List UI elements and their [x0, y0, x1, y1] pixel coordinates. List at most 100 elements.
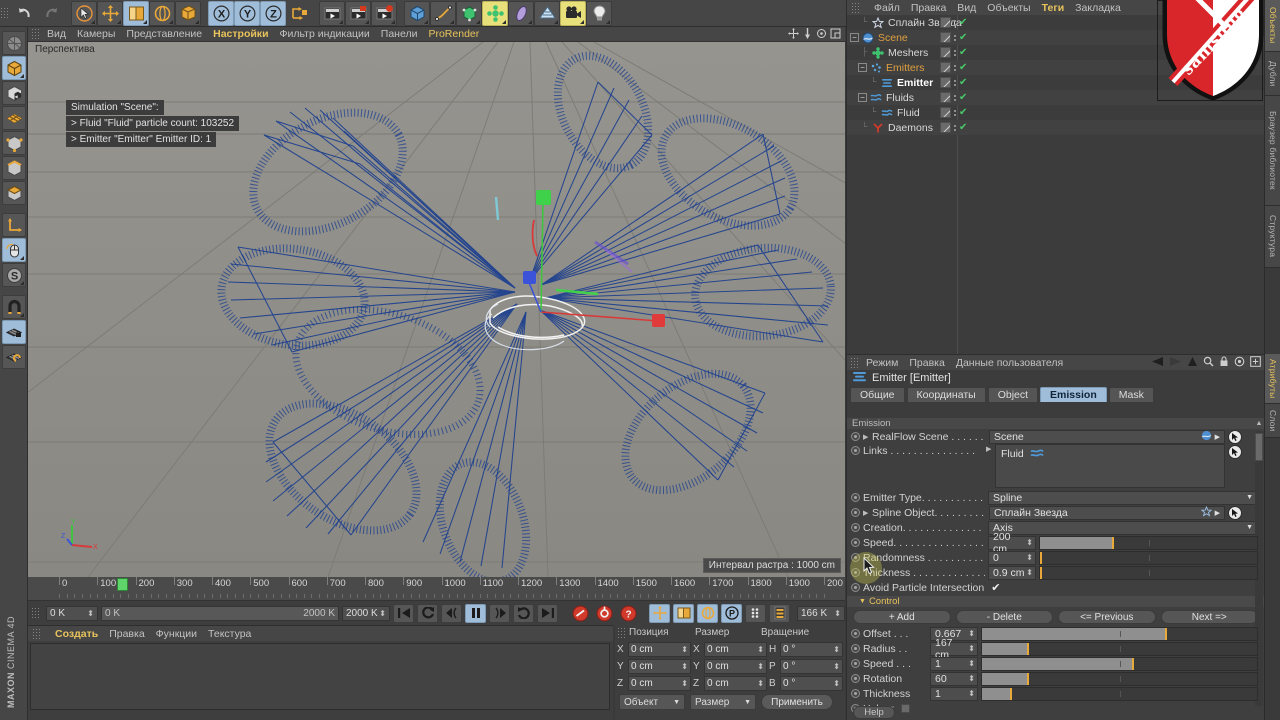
add-button[interactable]: + Add: [853, 610, 951, 624]
anim-track-icon[interactable]: [851, 446, 860, 455]
timeline-end-field[interactable]: 2000 K ⬍: [342, 605, 390, 621]
nurbs-icon[interactable]: [456, 0, 482, 26]
tag-icon[interactable]: [940, 32, 951, 43]
tag-icon[interactable]: [940, 122, 951, 133]
position-y-field[interactable]: 0 cm ⬍: [628, 658, 691, 674]
timeline-start-field[interactable]: 0 K ⬍: [46, 605, 98, 621]
thickness-slider[interactable]: [1039, 565, 1258, 580]
object-menu-file[interactable]: Файл: [874, 2, 900, 14]
current-frame-field[interactable]: 166 K ⬍: [797, 605, 845, 621]
pla-key-icon[interactable]: [745, 603, 766, 623]
polygon-mesh-icon[interactable]: [2, 106, 26, 130]
object-row-scene[interactable]: − Scene ✔: [847, 30, 1264, 45]
size-z-field[interactable]: 0 cm ⬍: [704, 675, 767, 691]
helper-checkbox[interactable]: [900, 704, 910, 713]
visibility-dots-icon[interactable]: [954, 94, 956, 101]
up-arrow-icon[interactable]: [1187, 356, 1198, 370]
control-thickness-value-field[interactable]: 1 ⬍: [930, 686, 978, 701]
pick-object-icon[interactable]: [1228, 429, 1242, 444]
anim-track-icon[interactable]: [851, 432, 860, 441]
rotation-slider[interactable]: [981, 671, 1258, 686]
attribute-grip[interactable]: [850, 356, 858, 369]
pause-icon[interactable]: [465, 603, 486, 623]
material-menu-texture[interactable]: Текстура: [208, 628, 251, 640]
object-menu-objects[interactable]: Объекты: [987, 2, 1030, 14]
object-tags[interactable]: ✔: [940, 17, 967, 28]
light-icon[interactable]: [586, 0, 612, 26]
anim-track-icon[interactable]: [851, 553, 860, 562]
enabled-check-icon[interactable]: ✔: [959, 32, 967, 43]
viewport-menu-display[interactable]: Представление: [126, 28, 202, 40]
tree-twirl-icon[interactable]: −: [850, 33, 859, 42]
position-key-icon[interactable]: [649, 603, 670, 623]
tab-general[interactable]: Общие: [850, 387, 905, 402]
record-keyframe-icon[interactable]: [570, 604, 591, 623]
target-icon[interactable]: [1234, 356, 1245, 370]
render-settings-icon[interactable]: [371, 0, 397, 26]
tree-twirl-icon[interactable]: −: [858, 63, 867, 72]
deformer-icon[interactable]: [508, 0, 534, 26]
keyframe-selection-icon[interactable]: ?: [618, 604, 639, 623]
visibility-dots-icon[interactable]: [954, 124, 956, 131]
scene-floor-icon[interactable]: [534, 0, 560, 26]
step-forward-icon[interactable]: [489, 603, 510, 623]
object-row-spline-star[interactable]: └ Сплайн Звезда ✔: [847, 15, 1264, 30]
viewport-menu-panels[interactable]: Панели: [381, 28, 418, 40]
step-back-icon[interactable]: [441, 603, 462, 623]
material-list-area[interactable]: [30, 643, 610, 710]
thickness-value-field[interactable]: 0.9 cm ⬍: [988, 565, 1036, 580]
visibility-dots-icon[interactable]: [954, 109, 956, 116]
enabled-check-icon[interactable]: ✔: [959, 47, 967, 58]
viewport-menu-prorender[interactable]: ProRender: [428, 28, 479, 40]
viewport-menu-view[interactable]: Вид: [47, 28, 66, 40]
anim-track-icon[interactable]: [851, 568, 860, 577]
enabled-check-icon[interactable]: ✔: [959, 17, 967, 28]
object-menu-edit[interactable]: Правка: [911, 2, 946, 14]
anim-track-icon[interactable]: [851, 674, 860, 683]
pan-viewport-icon[interactable]: [802, 28, 813, 42]
enabled-check-icon[interactable]: ✔: [959, 107, 967, 118]
control-thickness-slider[interactable]: [981, 686, 1258, 701]
render-view-icon[interactable]: [319, 0, 345, 26]
tab-coordinates[interactable]: Координаты: [906, 387, 986, 402]
delete-button[interactable]: - Delete: [955, 610, 1053, 624]
object-row-meshers[interactable]: ├ Meshers ✔: [847, 45, 1264, 60]
enabled-check-icon[interactable]: ✔: [959, 77, 967, 88]
toolbar-grip[interactable]: [0, 7, 8, 19]
x-axis-icon[interactable]: X: [208, 0, 234, 26]
material-menu-create[interactable]: Создать: [55, 628, 98, 640]
tag-icon[interactable]: [940, 47, 951, 58]
object-tree[interactable]: └ Сплайн Звезда ✔ − Scene ✔ ├ Meshers ✔ …: [847, 15, 1264, 354]
coord-size-dropdown[interactable]: Размер ▼: [690, 694, 756, 710]
world-coord-icon[interactable]: [286, 1, 312, 26]
tag-icon[interactable]: [940, 62, 951, 73]
object-tags[interactable]: ✔: [940, 107, 967, 118]
avoid-intersection-checkbox[interactable]: ✔: [991, 581, 1000, 594]
attribute-menu-userdata[interactable]: Данные пользователя: [956, 357, 1063, 369]
object-menu-bookmark[interactable]: Закладка: [1075, 2, 1121, 14]
move-tool-icon[interactable]: [97, 0, 123, 26]
control-speed-slider[interactable]: [981, 656, 1258, 671]
speed-value-field[interactable]: 200 cm ⬍: [988, 531, 1036, 555]
redo-icon[interactable]: [38, 1, 64, 26]
tab-mask[interactable]: Mask: [1108, 387, 1154, 402]
render-region-icon[interactable]: [345, 0, 371, 26]
anim-track-icon[interactable]: [851, 538, 860, 547]
expand-arrow-icon[interactable]: ▶: [863, 433, 869, 441]
attribute-menu-edit[interactable]: Правка: [909, 357, 944, 369]
play-backwards-icon[interactable]: [417, 603, 438, 623]
workplane-icon[interactable]: [2, 345, 26, 369]
enabled-check-icon[interactable]: ✔: [959, 122, 967, 133]
anim-track-icon[interactable]: [851, 659, 860, 668]
position-z-field[interactable]: 0 cm ⬍: [628, 675, 691, 691]
search-icon[interactable]: [1203, 356, 1214, 370]
forward-arrow-icon[interactable]: [1169, 356, 1182, 370]
z-axis-icon[interactable]: Z: [260, 0, 286, 26]
timeline-playhead[interactable]: [117, 578, 129, 591]
viewport-solo-icon[interactable]: [2, 238, 26, 262]
anim-track-icon[interactable]: [851, 508, 860, 517]
control-speed-value-field[interactable]: 1 ⬍: [930, 656, 978, 671]
anim-track-icon[interactable]: [851, 644, 860, 653]
radius-value-field[interactable]: 167 cm ⬍: [930, 637, 978, 661]
vtab-structure[interactable]: Структура: [1265, 206, 1280, 268]
